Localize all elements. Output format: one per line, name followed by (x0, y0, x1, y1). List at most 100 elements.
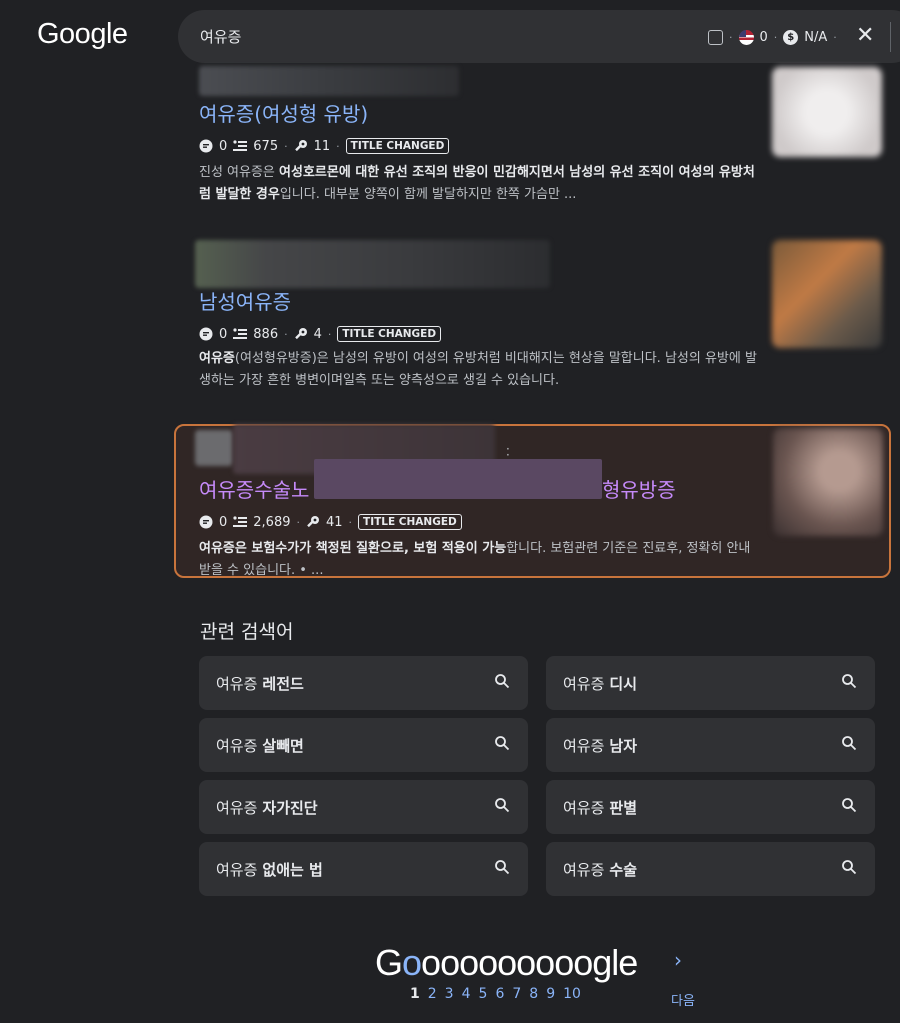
page-number-link[interactable]: 9 (546, 986, 555, 1002)
related-search-chip[interactable]: 여유증 자가진단 (199, 780, 528, 834)
flag-count: 0 (759, 29, 768, 45)
page-number-current: 1 (410, 986, 420, 1002)
key-icon (294, 328, 307, 340)
page-number-link[interactable]: 5 (479, 986, 488, 1002)
google-logo[interactable]: Google (37, 18, 128, 51)
search-icon (842, 860, 857, 875)
result-title-link[interactable]: 여유증수술노 (199, 474, 309, 503)
result-meta: 0 886 · 4 · TITLE CHANGED (199, 326, 442, 342)
word-count: 2,689 (253, 514, 291, 530)
separator-dot: · (296, 515, 301, 529)
comment-count: 0 (219, 138, 228, 154)
chip-term: 없애는 법 (262, 860, 323, 879)
dollar-icon: $ (783, 29, 799, 45)
related-search-chip[interactable]: 여유증 판별 (546, 780, 875, 834)
comment-count: 0 (219, 326, 228, 342)
keyword-count: 4 (313, 326, 322, 342)
comment-icon (199, 139, 213, 153)
search-icon (495, 798, 510, 813)
separator-dot: · (336, 139, 340, 153)
related-search-chip[interactable]: 여유증 수술 (546, 842, 875, 896)
select-checkbox[interactable] (708, 29, 723, 45)
more-options-icon[interactable]: · · (506, 443, 510, 461)
chip-term: 판별 (609, 798, 638, 817)
result-title-link[interactable]: 남성여유증 (199, 286, 291, 315)
next-page-link[interactable]: 다음 (671, 990, 695, 1009)
clear-search-icon[interactable]: ✕ (856, 24, 874, 48)
search-result: 여유증(여성형 유방) 0 675 · 11 · TITLE CHANGED 진… (199, 96, 769, 216)
next-page-arrow-icon[interactable]: › (674, 948, 682, 972)
site-favicon-redacted (195, 430, 233, 466)
chip-term: 레전드 (262, 674, 304, 693)
result-title-link[interactable]: 여유증(여성형 유방) (199, 98, 368, 127)
title-changed-badge: TITLE CHANGED (337, 326, 442, 342)
title-changed-badge: TITLE CHANGED (358, 514, 462, 530)
comment-count: 0 (219, 514, 228, 530)
page-number-link[interactable]: 3 (445, 986, 454, 1002)
result-meta: 0 675 · 11 · TITLE CHANGED (199, 138, 450, 154)
separator-dot: · (773, 30, 778, 44)
us-flag-icon (738, 29, 754, 45)
search-icon (842, 736, 857, 751)
page-number-link[interactable]: 10 (563, 986, 581, 1002)
page-number-link[interactable]: 4 (462, 986, 471, 1002)
page-number-link[interactable]: 7 (512, 986, 521, 1002)
pagination-logo-os: ooooooooo (421, 942, 593, 983)
related-searches-heading: 관련 검색어 (200, 621, 294, 643)
result-thumbnail[interactable] (772, 67, 882, 157)
comment-icon (199, 515, 213, 529)
title-redaction (314, 459, 602, 499)
page-number-link[interactable]: 6 (495, 986, 504, 1002)
search-bar[interactable]: 여유증 · 0 · $ N/A · ✕ (178, 10, 900, 63)
word-count: 886 (253, 326, 279, 342)
chip-prefix: 여유증 (563, 860, 605, 879)
related-search-chip[interactable]: 여유증 디시 (546, 656, 875, 710)
related-search-chip[interactable]: 여유증 없애는 법 (199, 842, 528, 896)
site-info-redacted (199, 66, 459, 96)
result-title-link-end[interactable]: 형유방증 (602, 474, 676, 503)
related-search-chip[interactable]: 여유증 남자 (546, 718, 875, 772)
search-result: 남성여유증 0 886 · 4 · TITLE CHANGED 여유증(여성형유… (199, 284, 769, 404)
seo-toolbar: · 0 · $ N/A · (708, 28, 837, 46)
pagination-logo: Goooooooooogle (375, 942, 638, 983)
search-divider (890, 22, 891, 52)
site-info-redacted (195, 240, 550, 288)
title-changed-badge: TITLE CHANGED (345, 138, 450, 154)
separator-dot: · (284, 327, 288, 341)
search-icon (842, 674, 857, 689)
search-input[interactable]: 여유증 (200, 26, 241, 47)
key-icon (294, 140, 307, 152)
chip-term: 남자 (609, 736, 638, 755)
separator-dot: · (284, 139, 288, 153)
page-number-link[interactable]: 2 (428, 986, 437, 1002)
list-icon (233, 516, 248, 527)
separator-dot: · (327, 327, 332, 341)
search-icon (842, 798, 857, 813)
result-meta: 0 2,689 · 41 · TITLE CHANGED (199, 514, 462, 530)
chip-term: 디시 (609, 674, 638, 693)
related-search-chip[interactable]: 여유증 레전드 (199, 656, 528, 710)
chip-prefix: 여유증 (563, 674, 605, 693)
result-snippet: 여유증(여성형유방증)은 남성의 유방이 여성의 유방처럼 비대해지는 현상을 … (199, 351, 757, 388)
key-icon (307, 516, 319, 528)
chip-prefix: 여유증 (216, 860, 258, 879)
related-search-chip[interactable]: 여유증 살빼면 (199, 718, 528, 772)
page-numbers: 1 2 3 4 5 6 7 8 9 10 (410, 986, 581, 1002)
result-snippet: 여유증은 보험수가가 책정된 질환으로, 보험 적용이 가능합니다. 보험관련 … (199, 541, 751, 576)
keyword-count: 11 (313, 138, 331, 154)
chip-prefix: 여유증 (216, 798, 258, 817)
search-icon (495, 860, 510, 875)
search-icon (495, 736, 510, 751)
chip-prefix: 여유증 (563, 798, 605, 817)
search-icon (495, 674, 510, 689)
result-thumbnail[interactable] (772, 240, 882, 348)
chip-term: 수술 (609, 860, 638, 879)
word-count: 675 (253, 138, 279, 154)
result-thumbnail[interactable] (773, 428, 883, 536)
list-icon (233, 140, 248, 151)
cpc-value: N/A (804, 29, 828, 45)
separator-dot: · (348, 515, 353, 529)
list-icon (233, 328, 248, 339)
chip-term: 살빼면 (262, 736, 304, 755)
page-number-link[interactable]: 8 (529, 986, 538, 1002)
